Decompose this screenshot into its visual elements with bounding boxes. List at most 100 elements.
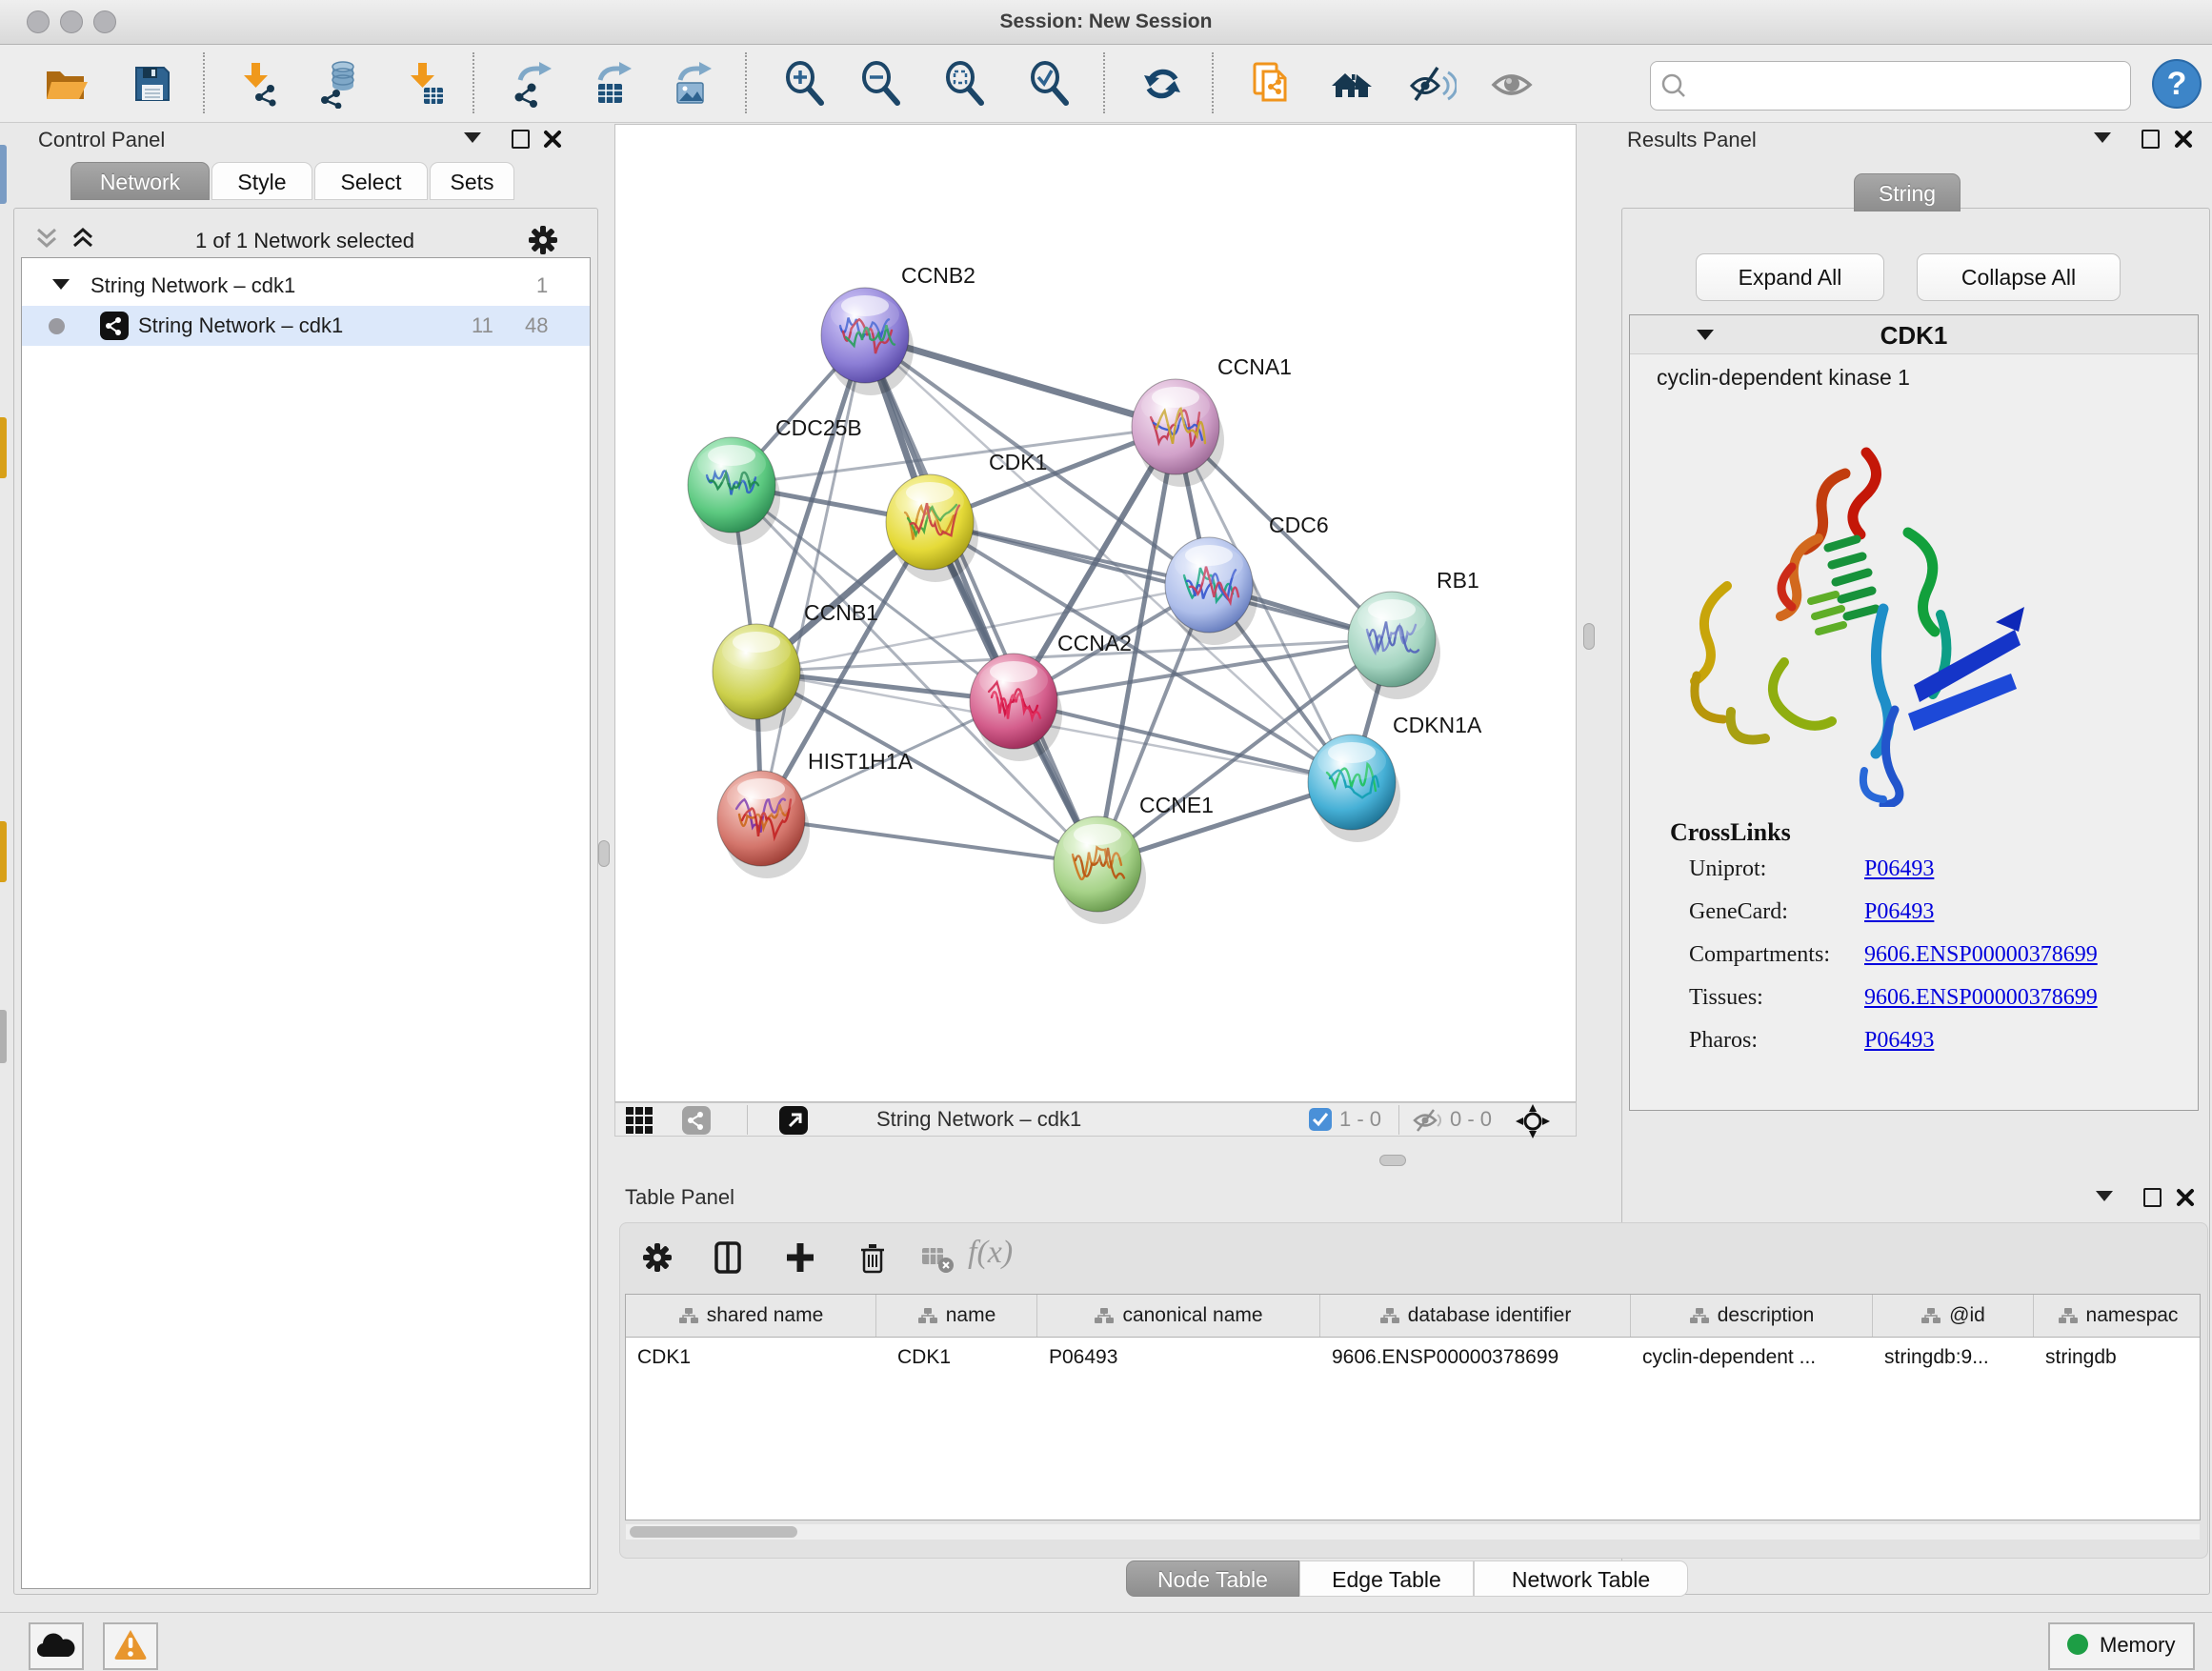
open-in-new-icon[interactable] (779, 1106, 808, 1135)
column-header[interactable]: namespac (2034, 1295, 2202, 1337)
column-header[interactable]: shared name (626, 1295, 876, 1337)
network-canvas[interactable]: CCNB2CCNA1CDC25BCDK1CDC6RB1CCNB1CCNA2CDK… (614, 124, 1577, 1102)
tab-select[interactable]: Select (314, 162, 428, 200)
delete-column-trash-icon[interactable] (855, 1240, 890, 1275)
import-network-file-button[interactable] (232, 59, 282, 109)
horizontal-scrollbar[interactable] (626, 1524, 2200, 1540)
export-table-button[interactable] (587, 59, 636, 109)
gene-name: CDK1 (1630, 321, 2198, 351)
network-row-selected[interactable]: String Network – cdk1 11 48 (22, 306, 590, 346)
control-panel-float-button[interactable] (512, 130, 530, 149)
network-node-ccne1[interactable]: CCNE1 (1054, 793, 1214, 924)
import-network-database-button[interactable] (313, 59, 363, 109)
left-splitter-handle[interactable] (598, 840, 610, 867)
tab-node-table[interactable]: Node Table (1126, 1560, 1299, 1597)
network-node-rb1[interactable]: RB1 (1348, 568, 1479, 699)
table-panel-close-icon[interactable] (2176, 1188, 2195, 1207)
export-image-button[interactable] (667, 59, 716, 109)
center-view-crosshair-icon[interactable] (1515, 1103, 1551, 1139)
grid-view-icon[interactable] (625, 1106, 654, 1135)
home-button[interactable] (1328, 59, 1377, 109)
crosslink-pharos[interactable]: P06493 (1864, 1028, 1934, 1054)
right-splitter-handle[interactable] (1583, 623, 1595, 650)
search-input[interactable] (1650, 61, 2131, 111)
tree-expand-icon[interactable] (52, 279, 70, 290)
table-panel-menu-button[interactable] (2096, 1191, 2113, 1201)
network-node-count: 11 (472, 313, 493, 338)
refresh-button[interactable] (1137, 59, 1187, 109)
hierarchy-icon (1689, 1307, 1710, 1324)
zoom-fit-button[interactable] (940, 59, 990, 109)
memory-button[interactable]: Memory (2048, 1622, 2195, 1670)
bottom-splitter-handle[interactable] (1379, 1155, 1406, 1166)
cloud-button[interactable] (29, 1622, 84, 1670)
zoom-selected-button[interactable] (1025, 59, 1075, 109)
collapse-all-tree-icon[interactable] (34, 227, 61, 252)
warning-button[interactable] (103, 1622, 158, 1670)
tab-edge-table[interactable]: Edge Table (1299, 1560, 1474, 1597)
network-node-cdc25b[interactable]: CDC25B (688, 415, 862, 545)
network-node-cdkn1a[interactable]: CDKN1A (1308, 713, 1482, 842)
network-collection-row[interactable]: String Network – cdk1 1 (22, 266, 590, 306)
results-panel-menu-button[interactable] (2094, 132, 2111, 143)
add-column-icon[interactable] (783, 1240, 817, 1275)
horizontal-scrollbar-thumb[interactable] (630, 1526, 797, 1538)
zoom-out-button[interactable] (856, 59, 906, 109)
function-builder-button[interactable]: f(x) (968, 1235, 1013, 1271)
column-header[interactable]: @id (1873, 1295, 2034, 1337)
toolbar-separator (1398, 1105, 1399, 1135)
hide-annotations-button[interactable] (1407, 59, 1457, 109)
open-session-button[interactable] (40, 59, 90, 109)
network-graph[interactable]: CCNB2CCNA1CDC25BCDK1CDC6RB1CCNB1CCNA2CDK… (615, 125, 1576, 1101)
network-options-gear-icon[interactable] (526, 223, 560, 257)
crosslink-uniprot[interactable]: P06493 (1864, 856, 1934, 882)
control-panel-close-icon[interactable] (543, 130, 562, 149)
expand-all-tree-icon[interactable] (70, 227, 97, 252)
tab-string[interactable]: String (1854, 173, 1961, 211)
network-view-icon[interactable] (682, 1106, 711, 1135)
export-network-button[interactable] (507, 59, 556, 109)
network-node-cdc6[interactable]: CDC6 (1165, 513, 1329, 645)
selected-nodes-checkbox[interactable] (1309, 1108, 1332, 1131)
save-session-button[interactable] (128, 59, 177, 109)
eye-icon (1488, 59, 1538, 109)
share-document-button[interactable] (1247, 59, 1297, 109)
tab-network-table[interactable]: Network Table (1474, 1560, 1688, 1597)
column-header[interactable]: description (1631, 1295, 1873, 1337)
eye-slash-icon (1407, 59, 1457, 109)
table-settings-gear-icon[interactable] (640, 1240, 674, 1275)
control-panel-menu-button[interactable] (464, 132, 481, 143)
collapse-all-button[interactable]: Collapse All (1917, 253, 2121, 301)
crosslink-tissues[interactable]: 9606.ENSP00000378699 (1864, 985, 2098, 1011)
crosslink-genecard[interactable]: P06493 (1864, 899, 1934, 925)
expand-all-button[interactable]: Expand All (1696, 253, 1884, 301)
hidden-eye-slash-icon[interactable] (1412, 1107, 1442, 1134)
delete-table-icon[interactable] (920, 1244, 955, 1275)
window-title: Session: New Session (0, 0, 2212, 44)
import-table-icon (399, 59, 449, 109)
column-header[interactable]: name (876, 1295, 1037, 1337)
import-table-file-button[interactable] (399, 59, 449, 109)
results-panel-float-button[interactable] (2142, 130, 2160, 149)
network-node-hist1h1a[interactable]: HIST1H1A (717, 749, 914, 878)
column-header[interactable]: database identifier (1320, 1295, 1631, 1337)
tab-style[interactable]: Style (211, 162, 312, 200)
crosslinks-title: CrossLinks (1670, 818, 1791, 847)
network-node-ccnb2[interactable]: CCNB2 (821, 263, 975, 395)
gene-section-header[interactable]: CDK1 (1630, 315, 2198, 354)
show-annotations-button[interactable] (1488, 59, 1538, 109)
network-node-ccna1[interactable]: CCNA1 (1132, 354, 1292, 487)
show-columns-icon[interactable] (711, 1240, 745, 1275)
results-panel-close-icon[interactable] (2174, 130, 2193, 149)
zoom-selected-icon (1025, 59, 1075, 109)
selected-nodes-counter: 1 - 0 (1339, 1107, 1381, 1132)
table-panel-float-button[interactable] (2143, 1188, 2162, 1207)
export-table-icon (587, 59, 636, 109)
tab-network[interactable]: Network (70, 162, 210, 200)
help-button[interactable]: ? (2152, 59, 2202, 109)
tab-sets[interactable]: Sets (430, 162, 514, 200)
zoom-in-button[interactable] (780, 59, 830, 109)
network-node-label: CCNA2 (1057, 631, 1132, 655)
crosslink-compartments[interactable]: 9606.ENSP00000378699 (1864, 942, 2098, 968)
column-header[interactable]: canonical name (1037, 1295, 1320, 1337)
